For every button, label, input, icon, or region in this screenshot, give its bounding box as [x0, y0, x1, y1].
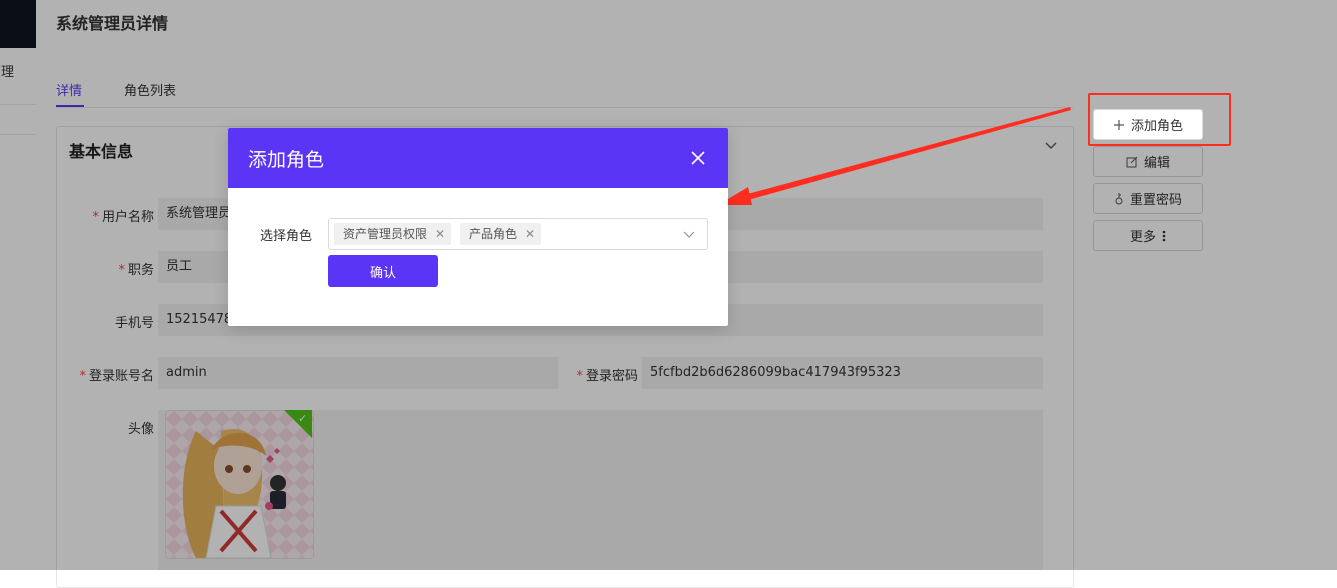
plus-icon — [1113, 119, 1124, 130]
close-icon[interactable]: ✕ — [525, 223, 535, 245]
add-role-modal: 添加角色 选择角色 资产管理员权限 ✕ 产品角色 ✕ 确认 — [228, 128, 728, 326]
role-tag-label: 资产管理员权限 — [343, 227, 428, 241]
close-icon[interactable] — [690, 150, 706, 166]
chevron-down-icon[interactable] — [683, 228, 695, 240]
add-role-button-label: 添加角色 — [1130, 119, 1183, 134]
modal-title: 添加角色 — [248, 149, 325, 171]
role-tag: 产品角色 ✕ — [460, 223, 542, 245]
role-select[interactable]: 资产管理员权限 ✕ 产品角色 ✕ — [328, 218, 708, 250]
add-role-button-highlighted[interactable]: 添加角色 — [1093, 109, 1203, 140]
close-icon[interactable]: ✕ — [435, 223, 445, 245]
role-tag-label: 产品角色 — [469, 227, 518, 241]
select-role-label: 选择角色 — [260, 229, 313, 244]
role-tag: 资产管理员权限 ✕ — [334, 223, 452, 245]
confirm-button[interactable]: 确认 — [328, 255, 438, 287]
